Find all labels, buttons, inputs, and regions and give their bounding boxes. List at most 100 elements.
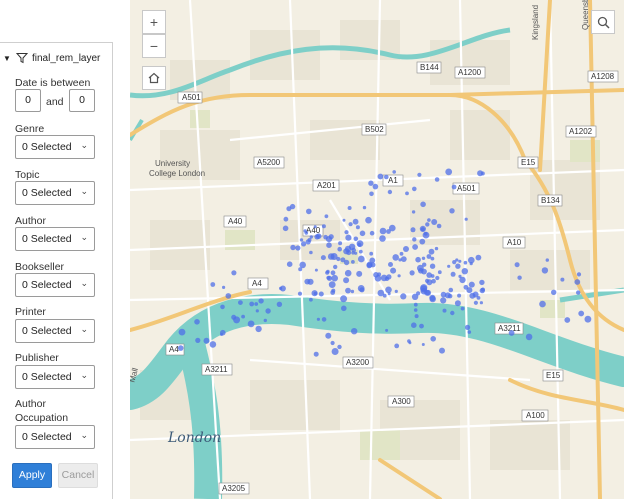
map-point [424,289,431,296]
svg-text:Kingsland: Kingsland [531,5,540,40]
map-point [351,328,358,335]
author-occupation-select[interactable]: 0 Selected ⌄ [15,425,95,449]
printer-select[interactable]: 0 Selected ⌄ [15,319,95,343]
map-point [449,208,455,214]
layer-header[interactable]: ▼ final_rem_layer [3,50,100,66]
search-button[interactable] [591,10,615,34]
map-point [255,325,262,333]
map-point [286,206,292,212]
map-point [457,293,462,298]
home-button[interactable] [142,66,166,90]
map-point [452,260,457,265]
map-point [314,268,318,272]
map-point [426,254,432,259]
map-point [428,248,435,255]
map-point [444,292,451,299]
zoom-out-button[interactable]: − [142,34,166,58]
map-point [307,278,314,285]
map-point [333,264,338,270]
date-from-input[interactable]: 0 [15,89,41,112]
map-point [231,314,237,320]
topic-label: Topic [15,169,40,181]
map-point [479,301,483,305]
map-point [411,210,416,214]
map-point [265,308,271,314]
map-point [464,217,468,221]
map-point [451,184,457,190]
london-label: London [167,430,221,446]
author-label: Author [15,215,46,227]
chevron-down-icon: ⌄ [80,278,88,288]
publisher-label: Publisher [15,352,59,364]
map-point [574,279,581,285]
zoom-in-button[interactable]: + [142,10,166,34]
bookseller-select[interactable]: 0 Selected ⌄ [15,273,95,297]
map-point [231,270,237,276]
map-point [309,235,313,239]
chevron-down-icon: ⌄ [80,186,88,196]
cancel-button[interactable]: Cancel [58,463,98,488]
author-select[interactable]: 0 Selected ⌄ [15,227,95,251]
chevron-down-icon: ⌄ [80,430,88,440]
map-point [584,315,592,323]
apply-button[interactable]: Apply [12,463,52,488]
genre-label: Genre [15,123,45,135]
bookseller-value: 0 Selected [22,279,72,291]
map-point [426,279,433,286]
map-view[interactable]: A501 A5200 A201 A1 A501 A10 A40 A4 A40 A… [115,0,624,499]
map-point [450,310,455,316]
map-point [341,305,347,312]
date-to-input[interactable]: 0 [69,89,95,112]
map-point [460,306,465,311]
map-point [430,274,435,278]
map-point [385,286,392,294]
map-point [290,244,296,251]
map-point [405,191,409,196]
map-canvas[interactable]: A501 A5200 A201 A1 A501 A10 A40 A4 A40 A… [115,0,624,499]
svg-text:A1: A1 [388,176,398,185]
map-point [399,251,404,256]
map-point [365,216,372,224]
map-point [356,270,363,277]
map-point [448,287,454,293]
printer-value: 0 Selected [22,325,72,337]
map-point [359,287,365,293]
topic-select[interactable]: 0 Selected ⌄ [15,181,95,205]
map-point [222,285,226,289]
map-point [372,183,379,190]
map-point [355,225,360,230]
map-point [578,310,585,317]
map-point [309,297,313,302]
svg-text:A3205: A3205 [222,484,246,493]
map-point [387,189,393,195]
map-point [508,330,515,336]
map-point [431,219,438,225]
genre-select[interactable]: 0 Selected ⌄ [15,135,95,159]
panel-header-space [0,0,113,42]
map-point [177,345,184,351]
svg-text:A10: A10 [507,238,522,247]
map-point [263,318,267,323]
map-point [247,320,255,328]
map-point [359,230,366,237]
map-point [397,274,401,278]
map-point [348,222,353,227]
map-point [326,275,331,280]
collapse-icon[interactable]: ▼ [3,54,12,63]
svg-text:A4: A4 [252,279,262,288]
map-point [336,256,341,262]
svg-text:A40: A40 [228,217,243,226]
publisher-select[interactable]: 0 Selected ⌄ [15,365,95,389]
and-text: and [46,96,64,108]
map-point [564,317,571,323]
map-point [514,262,520,268]
map-point [283,216,289,222]
filter-icon [16,53,28,64]
map-point [576,290,581,295]
map-point [450,271,456,277]
map-point [419,323,424,329]
svg-text:B134: B134 [541,196,560,205]
map-point [350,289,355,294]
map-point [415,256,421,263]
map-point [279,285,286,292]
